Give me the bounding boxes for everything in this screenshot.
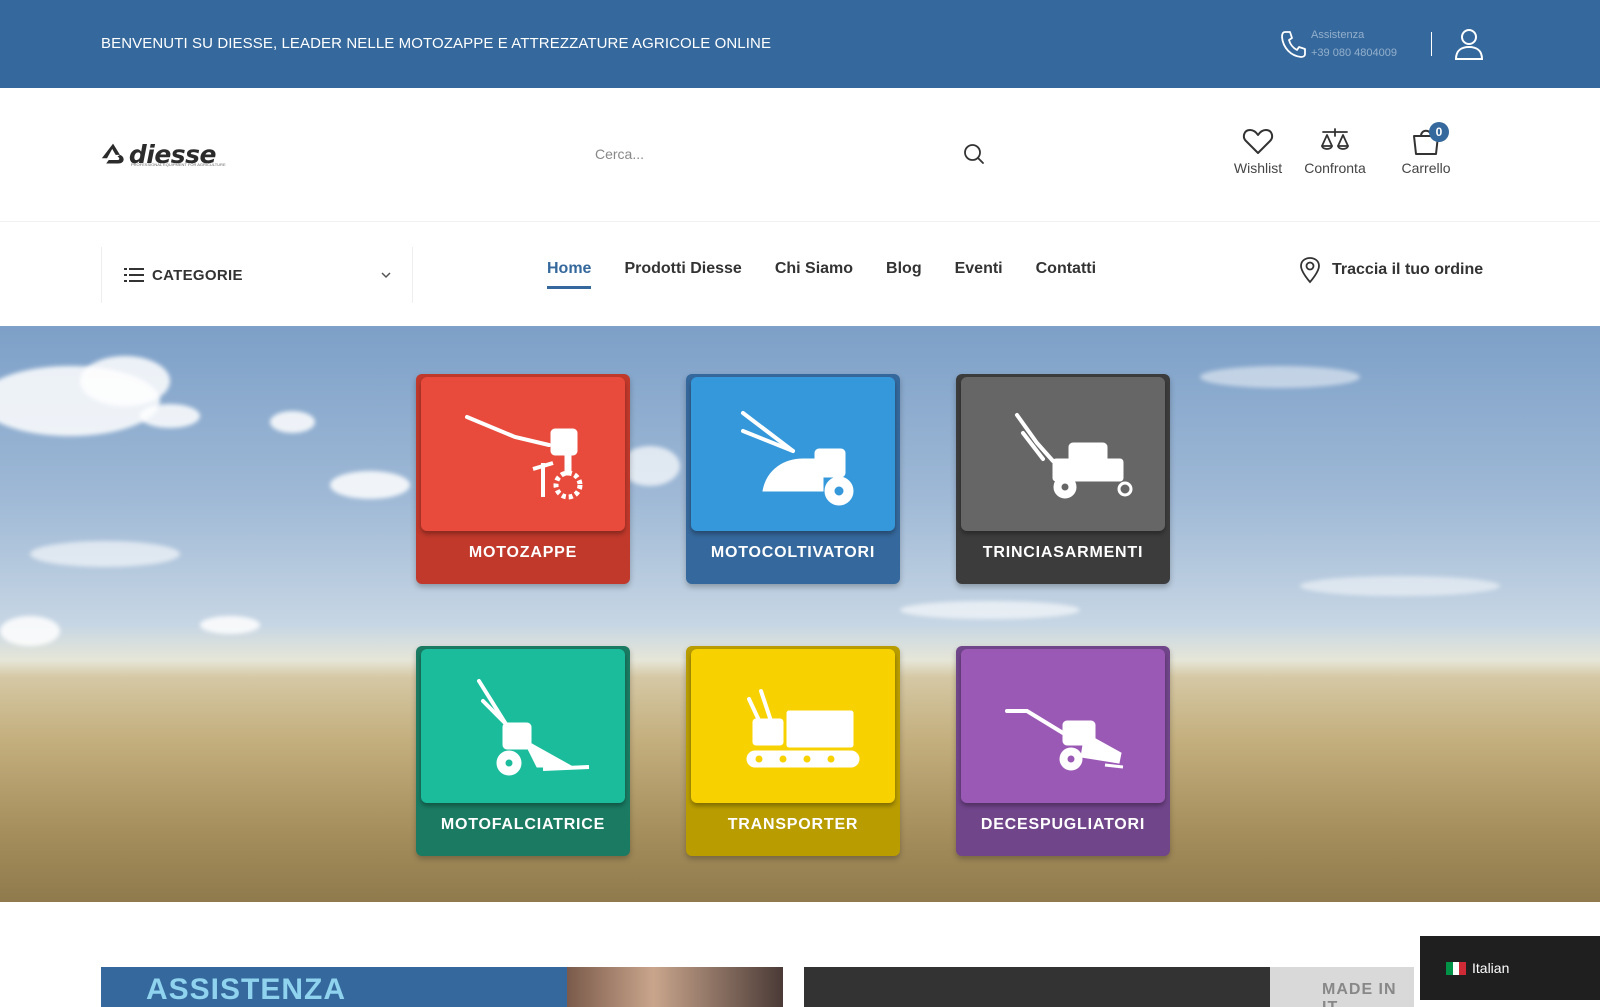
made-in-italy-stamp: MADE IN IT	[1322, 981, 1397, 1007]
cart-count-badge: 0	[1429, 122, 1449, 142]
hero-banner: MOTOZAPPE MOTOCOLTIVATORI TRINCIASARMENT…	[0, 326, 1600, 902]
mower-icon	[477, 679, 590, 776]
logo-mark-icon	[101, 143, 124, 164]
italy-flag-icon	[1446, 961, 1467, 975]
tile-label: DECESPUGLIATORI	[980, 816, 1146, 833]
cart-button[interactable]: 0 Carrello	[1398, 122, 1454, 176]
categories-label: CATEGORIE	[152, 266, 243, 284]
menu-item-home[interactable]: Home	[547, 260, 592, 290]
menu-item-prodotti-diesse[interactable]: Prodotti Diesse	[624, 260, 741, 290]
search-icon[interactable]	[962, 142, 986, 166]
logo-tagline: PROFESSIONAL EQUIPMENT FOR AGRICULTURE	[131, 162, 226, 167]
track-order-label: Traccia il tuo ordine	[1332, 261, 1484, 278]
top-bar: BENVENUTI SU DIESSE, LEADER NELLE MOTOZA…	[0, 0, 1600, 88]
language-switcher[interactable]: Italian	[1420, 936, 1600, 1000]
cloud	[900, 601, 1080, 619]
heart-icon	[1242, 129, 1274, 154]
track-order-link[interactable]: Traccia il tuo ordine	[1298, 256, 1483, 284]
tile-label: TRANSPORTER	[727, 816, 859, 833]
cloud	[1300, 576, 1500, 596]
transporter-icon	[746, 689, 860, 768]
assistenza-title: ASSISTENZA	[146, 973, 347, 1006]
scale-icon	[1321, 128, 1349, 150]
site-header: diesse PROFESSIONAL EQUIPMENT FOR AGRICU…	[0, 88, 1600, 222]
tile-label: MOTOZAPPE	[468, 544, 578, 561]
topbar-divider	[1431, 32, 1432, 56]
cloud	[0, 616, 60, 646]
category-tile-trinciasarmenti[interactable]: TRINCIASARMENTI	[956, 374, 1170, 584]
wishlist-button[interactable]: Wishlist	[1232, 126, 1284, 176]
user-icon[interactable]	[1453, 26, 1485, 62]
tile-label: TRINCIASARMENTI	[982, 544, 1144, 561]
category-tile-motozappe[interactable]: MOTOZAPPE	[416, 374, 630, 584]
categories-dropdown[interactable]: CATEGORIE	[101, 247, 413, 303]
cloud	[200, 616, 260, 634]
tiller-icon	[465, 415, 583, 500]
compare-label: Confronta	[1304, 160, 1366, 176]
main-navigation: CATEGORIE Home Prodotti Diesse Chi Siamo…	[0, 222, 1600, 326]
location-pin-icon	[1300, 257, 1320, 284]
category-tile-motofalciatrice[interactable]: MOTOFALCIATRICE	[416, 646, 630, 856]
cloud	[80, 356, 170, 406]
list-icon	[124, 268, 144, 282]
made-in-italy-banner[interactable]: MADE IN IT	[804, 967, 1414, 1007]
assistenza-image	[567, 967, 783, 1007]
cart-label: Carrello	[1401, 160, 1451, 176]
search-bar	[586, 132, 996, 176]
category-tile-motocoltivatori[interactable]: MOTOCOLTIVATORI	[686, 374, 900, 584]
chevron-down-icon	[381, 272, 391, 279]
mulcher-icon	[1015, 413, 1133, 499]
cloud	[140, 404, 200, 428]
menu-item-eventi[interactable]: Eventi	[955, 260, 1003, 290]
support-contact[interactable]: Assistenza +39 080 4804009	[1279, 26, 1397, 62]
tile-label: MOTOFALCIATRICE	[440, 816, 606, 833]
category-tile-transporter[interactable]: TRANSPORTER	[686, 646, 900, 856]
site-logo[interactable]: diesse PROFESSIONAL EQUIPMENT FOR AGRICU…	[101, 138, 226, 170]
cloud	[270, 411, 315, 433]
support-phone[interactable]: +39 080 4804009	[1311, 44, 1397, 62]
cloud	[30, 541, 180, 567]
support-label: Assistenza	[1311, 29, 1365, 41]
main-menu: Home Prodotti Diesse Chi Siamo Blog Even…	[547, 260, 1129, 290]
search-input[interactable]	[586, 132, 996, 176]
wishlist-label: Wishlist	[1233, 160, 1283, 176]
assistenza-banner[interactable]: ASSISTENZA	[101, 967, 783, 1007]
menu-item-chi-siamo[interactable]: Chi Siamo	[775, 260, 853, 290]
menu-item-blog[interactable]: Blog	[886, 260, 922, 290]
brushcutter-icon	[1005, 709, 1124, 771]
menu-item-contatti[interactable]: Contatti	[1036, 260, 1096, 290]
language-label: Italian	[1472, 960, 1510, 976]
phone-icon	[1281, 31, 1306, 58]
cultivator-icon	[741, 411, 854, 506]
welcome-message: BENVENUTI SU DIESSE, LEADER NELLE MOTOZA…	[101, 35, 772, 52]
tile-label: MOTOCOLTIVATORI	[710, 544, 876, 561]
made-in-italy-image: MADE IN IT	[1270, 967, 1414, 1007]
category-tile-decespugliatori[interactable]: DECESPUGLIATORI	[956, 646, 1170, 856]
cloud	[1200, 366, 1360, 388]
compare-button[interactable]: Confronta	[1302, 126, 1368, 176]
cloud	[330, 471, 410, 499]
